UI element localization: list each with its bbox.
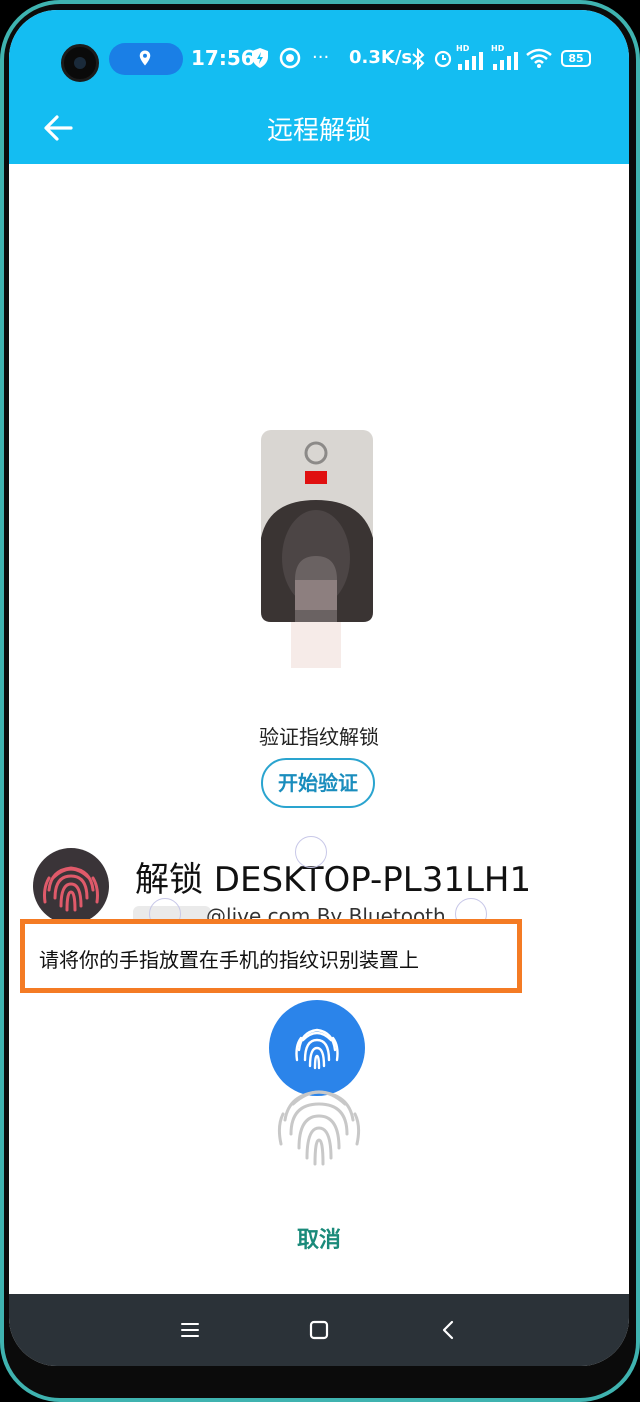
verify-fingerprint-label: 验证指纹解锁 xyxy=(259,725,379,749)
square-icon[interactable] xyxy=(303,1314,335,1346)
start-verify-button[interactable]: 开始验证 xyxy=(261,758,375,808)
main-content: 验证指纹解锁 开始验证 解锁 DESKTOP-PL31LH1 xxxxxx@li… xyxy=(9,164,629,1294)
menu-icon[interactable] xyxy=(174,1314,206,1346)
sync-icon xyxy=(279,47,301,69)
unlock-target-title: 解锁 DESKTOP-PL31LH1 xyxy=(135,860,532,900)
battery-indicator: 85 xyxy=(561,50,591,67)
page-title: 远程解锁 xyxy=(266,116,371,146)
fingerprint-icon xyxy=(43,866,99,912)
navigation-bar xyxy=(9,1294,629,1366)
chevron-left-icon[interactable] xyxy=(433,1314,465,1346)
bluetooth-icon xyxy=(412,48,425,70)
fingerprint-placeholder-icon xyxy=(277,1090,361,1166)
fingerprint-avatar xyxy=(33,848,109,924)
front-camera xyxy=(61,44,99,82)
status-bar: 17:56 ··· 0.3K/s HD HD 85 xyxy=(9,10,629,98)
network-speed: 0.3K/s xyxy=(349,47,413,68)
more-dots: ··· xyxy=(312,47,330,68)
decor-ring xyxy=(295,836,327,868)
app-bar: 远程解锁 xyxy=(9,98,629,164)
wifi-icon xyxy=(526,48,552,68)
location-indicator xyxy=(109,43,183,75)
signal-icon-2 xyxy=(493,52,518,70)
screen: 17:56 ··· 0.3K/s HD HD 85 远程解锁 验证指纹解锁 开始… xyxy=(9,10,629,1366)
location-pin-icon xyxy=(139,50,151,66)
shield-icon xyxy=(252,48,268,68)
cancel-button[interactable]: 取消 xyxy=(9,1222,629,1254)
instruction-highlight-box: 请将你的手指放置在手机的指纹识别装置上 xyxy=(20,919,522,993)
fingerprint-instruction: 请将你的手指放置在手机的指纹识别装置上 xyxy=(39,948,419,972)
alarm-icon xyxy=(434,50,452,68)
fingerprint-reader-illustration xyxy=(261,430,373,668)
status-time: 17:56 xyxy=(191,46,255,70)
signal-icon-1 xyxy=(458,52,483,70)
